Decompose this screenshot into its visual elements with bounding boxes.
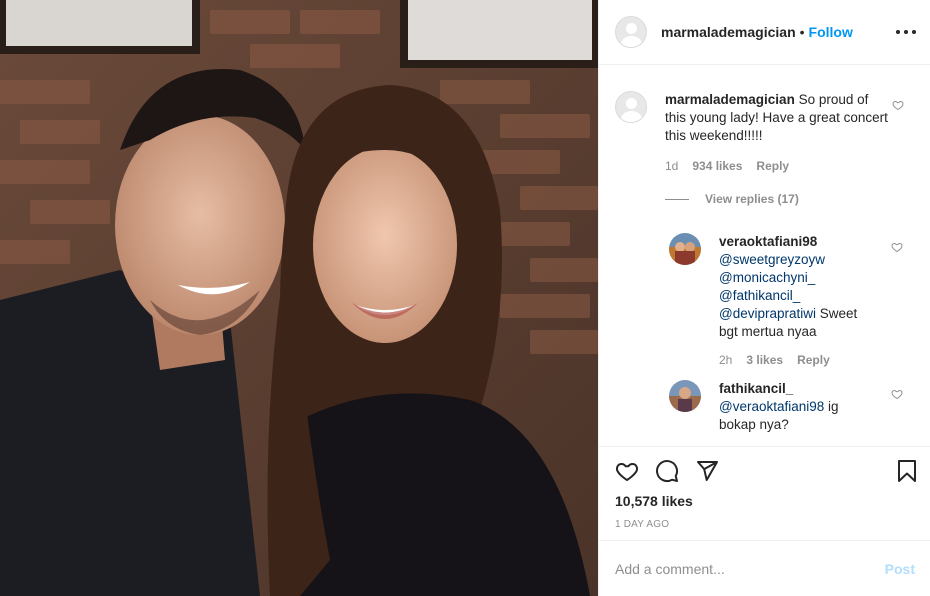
post-photo[interactable] [0,0,598,596]
reply-avatar[interactable] [669,233,701,265]
reply-mention[interactable]: @monicachyni_ [719,270,815,285]
header-separator: • [799,24,805,40]
caption-reply-button[interactable]: Reply [756,159,789,173]
post-panel: marmalademagician • Follow marmalademagi… [598,0,930,596]
reply-age[interactable]: 2h [719,353,732,367]
author-username[interactable]: marmalademagician [661,24,796,40]
view-replies-label: View replies (17) [705,192,799,206]
photo-illustration [0,0,598,596]
caption-age[interactable]: 1d [665,159,678,173]
view-replies-button[interactable]: View replies (17) [665,192,799,206]
reply-reply-button[interactable]: Reply [797,353,830,367]
reply-mention[interactable]: @sweetgreyzoyw [719,252,825,267]
view-replies-line [665,198,689,200]
reply-username[interactable]: fathikancil_ [719,381,793,396]
caption-username[interactable]: marmalademagician [665,92,795,107]
reply-mention[interactable]: @veraoktafiani98 [719,399,824,414]
heart-icon[interactable] [615,459,639,483]
reply-like-heart-icon[interactable] [891,388,903,400]
follow-button[interactable]: Follow [809,24,853,40]
reply-username[interactable]: veraoktafiani98 [719,234,817,249]
reply-mention[interactable]: @fathikancil_ [719,288,800,303]
comment-like-heart-icon[interactable] [892,99,904,111]
reply-mention[interactable]: @deviprapratiwi [719,306,816,321]
caption-body: marmalademagician So proud of this young… [665,91,891,145]
post-timestamp[interactable]: 1 DAY AGO [615,519,669,530]
reply-like-heart-icon[interactable] [891,241,903,253]
reply-body: fathikancil_ @veraoktafiani98 ig bokap n… [719,380,869,434]
reply-avatar[interactable] [669,380,701,412]
more-icon[interactable] [896,22,916,42]
comments-list[interactable]: marmalademagician So proud of this young… [599,66,930,446]
share-icon[interactable] [695,459,719,483]
reply-body: veraoktafiani98 @sweetgreyzoyw @monicach… [719,233,869,341]
comment-icon[interactable] [655,459,679,483]
caption-likes[interactable]: 934 likes [692,159,742,173]
caption-avatar[interactable] [615,91,647,123]
bookmark-icon[interactable] [895,459,919,483]
add-comment-bar: Post [599,540,930,596]
reply-meta: 2h 3 likes Reply [719,353,830,367]
post-comment-button[interactable]: Post [885,561,915,577]
caption-meta: 1d 934 likes Reply [665,159,789,173]
likes-count[interactable]: 10,578 likes [615,493,693,509]
action-icons [615,459,719,483]
post-actions: 10,578 likes 1 DAY AGO [599,446,930,540]
author-avatar[interactable] [615,16,647,48]
post-header: marmalademagician • Follow [599,0,930,65]
reply-likes[interactable]: 3 likes [746,353,783,367]
comment-input[interactable] [615,560,885,577]
